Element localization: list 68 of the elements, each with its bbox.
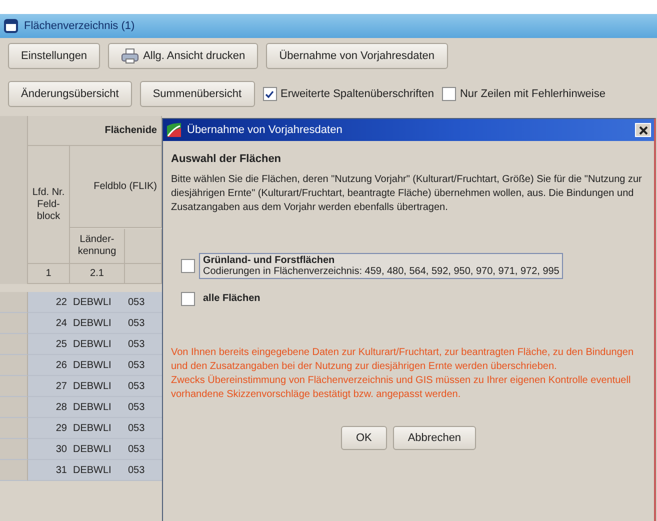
table-cell: 24 (28, 313, 70, 334)
app-icon (166, 122, 182, 138)
table-cell: DEBWLI (70, 418, 125, 439)
table-cell: 27 (28, 376, 70, 397)
section-heading: Auswahl der Flächen (171, 153, 282, 165)
option-label[interactable]: Grünland- und Forstflächen Codierungen in Flächenverzeichnis: 459, 480, 564, 592, 950, 970, 971, 972, 995 (199, 253, 564, 279)
table-cell: 30 (28, 439, 70, 460)
toolbar-button[interactable]: Änderungsübersicht (8, 81, 132, 107)
print-button[interactable]: Allg. Ansicht drucken (108, 43, 258, 69)
column-header: Lfd. Nr. Feld-block (28, 146, 70, 264)
window-icon (4, 19, 18, 33)
row-header[interactable] (0, 355, 28, 376)
column-index: 2.1 (70, 264, 125, 284)
row-header[interactable] (0, 376, 28, 397)
table-cell: DEBWLI (70, 334, 125, 355)
row-header[interactable] (0, 460, 28, 481)
table-cell: 28 (28, 397, 70, 418)
option-label[interactable]: alle Flächen (199, 291, 264, 306)
table-cell: 053 (125, 439, 162, 460)
table-cell: 25 (28, 334, 70, 355)
table-cell: 053 (125, 292, 162, 313)
table-cell: 29 (28, 418, 70, 439)
warning-text: Zwecks Übereinstimmung von Flächenverzeichnis und GIS müssen zu Ihrer eigenen Kontrolle eventuell vorhandene Skizzenvorschläge bestätigt bzw. angepasst werden. (171, 374, 632, 402)
table-cell: DEBWLI (70, 439, 125, 460)
checkbox[interactable] (181, 259, 195, 273)
column-group-header: Flächenide (28, 116, 162, 146)
checkbox[interactable] (262, 87, 276, 101)
table-cell: DEBWLI (70, 460, 125, 481)
checkbox[interactable] (181, 292, 195, 306)
printer-icon (121, 48, 140, 64)
toolbar-button[interactable]: Übernahme von Vorjahresdaten (266, 43, 448, 69)
table-cell: 053 (125, 460, 162, 481)
table-cell: 053 (125, 313, 162, 334)
toolbar-button[interactable]: Einstellungen (8, 43, 100, 69)
instruction-text: Bitte wählen Sie die Flächen, deren "Nutzung Vorjahr" (Kulturart/Fruchtart, Größe) Sie für die "Nutzung zur diesjährigen Ernte" (Kulturart/Fruchtart, beantragte Fläche) übernehmen wollen, aus. Die Bindungen und Zusatzangaben aus dem Vorjahr werden ebenfalls übertragen. (171, 173, 643, 215)
toolbar-button[interactable]: Summenübersicht (140, 81, 254, 107)
table-cell: 053 (125, 397, 162, 418)
table-cell: 053 (125, 418, 162, 439)
row-header[interactable] (0, 397, 28, 418)
table-cell: 31 (28, 460, 70, 481)
close-icon (638, 126, 648, 134)
row-header[interactable] (0, 418, 28, 439)
checkbox-label: Nur Zeilen mit Fehlerhinweise (460, 88, 606, 100)
table-cell: DEBWLI (70, 397, 125, 418)
dialog-button[interactable]: Abbrechen (392, 426, 476, 450)
table-cell: DEBWLI (70, 292, 125, 313)
table-cell: 053 (125, 355, 162, 376)
table-cell: 053 (125, 376, 162, 397)
table-cell: 22 (28, 292, 70, 313)
checkbox-label: Erweiterte Spaltenüberschriften (280, 88, 434, 100)
warning-text: Von Ihnen bereits eingegebene Daten zur Kulturart/Fruchtart, zur beantragten Fläche, zu den Bindungen und den Zusatzangaben bei der Nutzung zur diesjährigen Ernte werden überschrieben. (171, 346, 635, 374)
row-header[interactable] (0, 292, 28, 313)
table-cell: DEBWLI (70, 355, 125, 376)
checkbox[interactable] (442, 87, 456, 101)
row-header[interactable] (0, 313, 28, 334)
column-index: 1 (28, 264, 70, 284)
row-header[interactable] (0, 439, 28, 460)
table-cell: DEBWLI (70, 376, 125, 397)
column-header: Feldblo (FLIK) (70, 146, 162, 228)
column-header: Länder-kennung (70, 228, 125, 264)
table-cell: 053 (125, 334, 162, 355)
dialog-title: Übernahme von Vorjahresdaten (187, 124, 344, 136)
close-button[interactable] (635, 123, 651, 137)
table-cell: DEBWLI (70, 313, 125, 334)
row-header[interactable] (0, 334, 28, 355)
window-title: Flächenverzeichnis (1) (24, 20, 135, 32)
table-cell: 26 (28, 355, 70, 376)
dialog-button[interactable]: OK (340, 426, 387, 450)
